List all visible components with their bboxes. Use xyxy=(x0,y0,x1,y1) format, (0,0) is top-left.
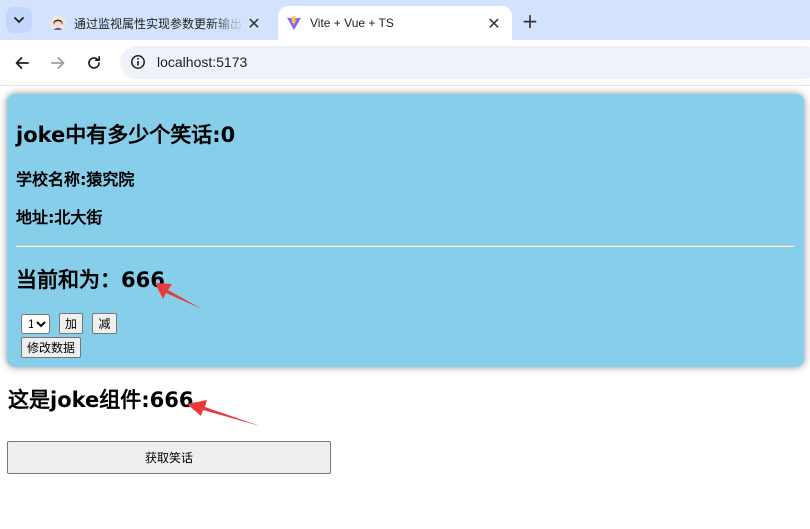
tab-inactive[interactable]: 通过监视属性实现参数更新输出 ✕ xyxy=(40,6,272,40)
new-tab-button[interactable]: + xyxy=(518,9,542,33)
browser-toolbar: localhost:5173 xyxy=(0,40,810,86)
site-info-icon xyxy=(131,55,145,69)
sum-heading: 当前和为：666 xyxy=(16,268,165,292)
subtract-button[interactable]: 减 xyxy=(92,313,117,334)
tab-title: Vite + Vue + TS xyxy=(310,16,394,30)
avatar-favicon-icon xyxy=(50,15,66,31)
tab-close-icon[interactable]: ✕ xyxy=(244,13,264,33)
add-button[interactable]: 加 xyxy=(59,313,83,334)
tab-title: 通过监视属性实现参数更新输出 xyxy=(74,16,243,31)
chevron-down-icon xyxy=(14,17,24,23)
back-button[interactable] xyxy=(10,51,34,75)
tab-search-button[interactable] xyxy=(6,7,32,33)
address-bar[interactable]: localhost:5173 xyxy=(120,46,810,79)
reload-button[interactable] xyxy=(82,51,106,75)
fetch-joke-button[interactable]: 获取笑话 xyxy=(7,441,331,474)
vite-logo-icon xyxy=(286,15,302,31)
joke-component-heading: 这是joke组件:666 xyxy=(8,388,194,412)
school-name-heading: 学校名称:猿究院 xyxy=(16,170,135,189)
address-heading: 地址:北大街 xyxy=(16,208,103,227)
step-select[interactable]: 1 xyxy=(21,314,50,334)
forward-button[interactable] xyxy=(46,51,70,75)
parent-component-card: joke中有多少个笑话:0 学校名称:猿究院 地址:北大街 当前和为：666 1… xyxy=(7,94,804,367)
site-info-button[interactable] xyxy=(126,50,150,74)
tab-close-icon[interactable]: ✕ xyxy=(484,13,504,33)
url-text: localhost:5173 xyxy=(157,54,248,70)
browser-tab-strip: 通过监视属性实现参数更新输出 ✕ Vite + Vue + TS ✕ + xyxy=(0,0,810,40)
tab-active[interactable]: Vite + Vue + TS ✕ xyxy=(278,6,512,40)
modify-data-button[interactable]: 修改数据 xyxy=(21,337,81,358)
divider xyxy=(16,245,794,247)
back-arrow-icon xyxy=(15,57,29,69)
joke-count-heading: joke中有多少个笑话:0 xyxy=(16,123,236,147)
reload-icon xyxy=(88,55,101,69)
page-content: joke中有多少个笑话:0 学校名称:猿究院 地址:北大街 当前和为：666 1… xyxy=(0,86,810,529)
forward-arrow-icon xyxy=(51,57,65,69)
